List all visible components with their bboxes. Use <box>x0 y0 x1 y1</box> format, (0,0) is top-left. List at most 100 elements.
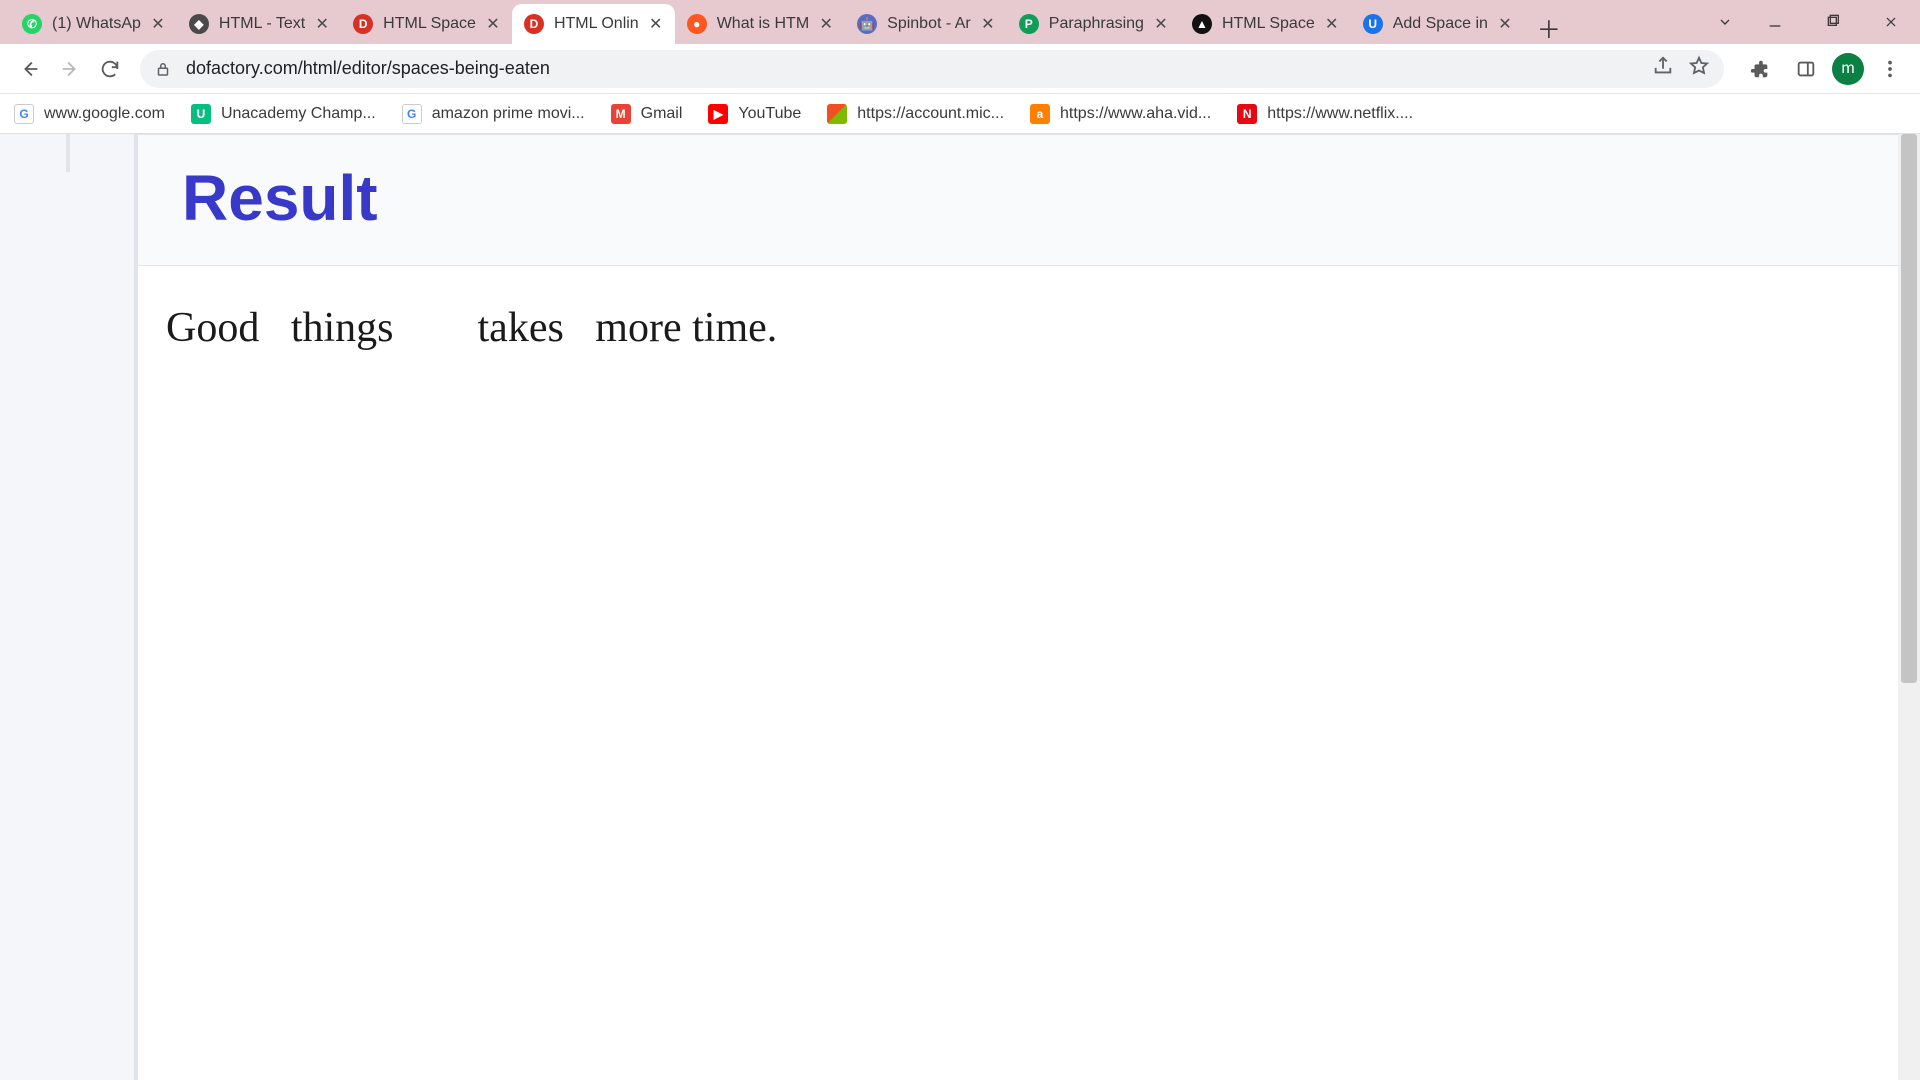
address-bar[interactable] <box>140 50 1724 88</box>
netflix-icon: N <box>1237 104 1257 124</box>
reload-icon <box>99 58 121 80</box>
bookmark-gmail[interactable]: M Gmail <box>611 104 683 124</box>
tab-label: Add Space in <box>1393 15 1488 33</box>
tab-html-online[interactable]: D HTML Onlin ✕ <box>512 4 675 44</box>
tab-paraphrasing[interactable]: P Paraphrasing ✕ <box>1007 4 1180 44</box>
tab-label: Spinbot - Ar <box>887 15 971 33</box>
bookmark-label: Unacademy Champ... <box>221 105 376 123</box>
tab-html-space-2[interactable]: ▲ HTML Space ✕ <box>1180 4 1351 44</box>
url-input[interactable] <box>186 58 1652 79</box>
reload-button[interactable] <box>90 49 130 89</box>
sidepanel-icon <box>1795 58 1817 80</box>
gmail-icon: M <box>611 104 631 124</box>
chevron-down-icon <box>1717 14 1733 30</box>
bookmark-button[interactable] <box>1688 55 1710 82</box>
profile-avatar[interactable]: m <box>1832 53 1864 85</box>
maximize-button[interactable] <box>1804 4 1862 40</box>
robot-icon: 🤖 <box>857 14 877 34</box>
bookmark-label: Gmail <box>641 105 683 123</box>
star-icon <box>1688 55 1710 77</box>
bookmark-microsoft[interactable]: https://account.mic... <box>827 104 1004 124</box>
tab-label: HTML Space <box>383 15 476 33</box>
share-icon <box>1652 55 1674 77</box>
sidepanel-button[interactable] <box>1786 49 1826 89</box>
close-icon[interactable]: ✕ <box>647 15 665 33</box>
window-controls <box>1704 0 1920 44</box>
tab-spinbot[interactable]: 🤖 Spinbot - Ar ✕ <box>845 4 1007 44</box>
chrome-menu-button[interactable] <box>1870 49 1910 89</box>
close-icon[interactable]: ✕ <box>1496 15 1514 33</box>
close-icon[interactable]: ✕ <box>313 15 331 33</box>
share-button[interactable] <box>1652 55 1674 82</box>
bookmark-label: https://account.mic... <box>857 105 1004 123</box>
unacademy-icon: U <box>191 104 211 124</box>
arrow-left-icon <box>19 58 41 80</box>
aha-icon: a <box>1030 104 1050 124</box>
site-icon: P <box>1019 14 1039 34</box>
toolbar: m <box>0 44 1920 94</box>
result-header: Result <box>138 135 1898 266</box>
diamond-icon: ◆ <box>189 14 209 34</box>
bookmark-label: YouTube <box>738 105 801 123</box>
tab-html-text[interactable]: ◆ HTML - Text ✕ <box>177 4 341 44</box>
arrow-right-icon <box>59 58 81 80</box>
bookmark-google[interactable]: G www.google.com <box>14 104 165 124</box>
bookmark-label: https://www.aha.vid... <box>1060 105 1211 123</box>
vertical-scrollbar[interactable] <box>1898 134 1920 1080</box>
tab-add-space[interactable]: U Add Space in ✕ <box>1351 4 1524 44</box>
site-icon: ● <box>687 14 707 34</box>
avatar-initial: m <box>1841 60 1854 78</box>
omnibox-actions <box>1652 55 1710 82</box>
google-icon: G <box>14 104 34 124</box>
close-icon[interactable]: ✕ <box>979 15 997 33</box>
page-viewport: Result Good things takes more time. <box>0 134 1920 1080</box>
toolbar-right: m <box>1740 49 1910 89</box>
back-button[interactable] <box>10 49 50 89</box>
new-tab-button[interactable]: ＋ <box>1532 10 1566 44</box>
tab-search-button[interactable] <box>1704 4 1746 40</box>
result-panel: Result Good things takes more time. <box>138 134 1898 1080</box>
google-icon: G <box>402 104 422 124</box>
dofactory-icon: D <box>353 14 373 34</box>
puzzle-icon <box>1749 58 1771 80</box>
site-icon: ▲ <box>1192 14 1212 34</box>
close-icon[interactable]: ✕ <box>149 15 167 33</box>
forward-button[interactable] <box>50 49 90 89</box>
result-heading: Result <box>182 161 1854 235</box>
whatsapp-icon: ✆ <box>22 14 42 34</box>
tab-html-space-1[interactable]: D HTML Space ✕ <box>341 4 512 44</box>
tab-label: HTML - Text <box>219 15 305 33</box>
scroll-thumb[interactable] <box>1901 134 1917 683</box>
tab-whatsapp[interactable]: ✆ (1) WhatsAp ✕ <box>10 4 177 44</box>
close-icon[interactable]: ✕ <box>1152 15 1170 33</box>
bookmark-aha[interactable]: a https://www.aha.vid... <box>1030 104 1211 124</box>
close-icon[interactable]: ✕ <box>817 15 835 33</box>
bookmark-netflix[interactable]: N https://www.netflix.... <box>1237 104 1413 124</box>
close-icon[interactable]: ✕ <box>484 15 502 33</box>
close-icon <box>1884 15 1898 29</box>
minimize-button[interactable] <box>1746 4 1804 40</box>
tab-what-is-html[interactable]: ● What is HTM ✕ <box>675 4 845 44</box>
microsoft-icon <box>827 104 847 124</box>
bookmark-amazon-prime[interactable]: G amazon prime movi... <box>402 104 585 124</box>
bookmark-label: www.google.com <box>44 105 165 123</box>
extensions-button[interactable] <box>1740 49 1780 89</box>
kebab-icon <box>1879 58 1901 80</box>
tab-label: What is HTM <box>717 15 809 33</box>
tab-label: Paraphrasing <box>1049 15 1144 33</box>
splitter-left[interactable] <box>66 134 70 172</box>
tab-label: (1) WhatsAp <box>52 15 141 33</box>
youtube-icon: ▶ <box>708 104 728 124</box>
bookmark-unacademy[interactable]: U Unacademy Champ... <box>191 104 376 124</box>
tab-label: HTML Space <box>1222 15 1315 33</box>
bookmark-label: https://www.netflix.... <box>1267 105 1413 123</box>
tab-label: HTML Onlin <box>554 15 639 33</box>
close-window-button[interactable] <box>1862 4 1920 40</box>
tab-strip: ✆ (1) WhatsAp ✕ ◆ HTML - Text ✕ D HTML S… <box>0 0 1920 44</box>
result-output: Good things takes more time. <box>138 266 1898 390</box>
dofactory-icon: D <box>524 14 544 34</box>
close-icon[interactable]: ✕ <box>1323 15 1341 33</box>
site-icon: U <box>1363 14 1383 34</box>
bookmarks-bar: G www.google.com U Unacademy Champ... G … <box>0 94 1920 134</box>
bookmark-youtube[interactable]: ▶ YouTube <box>708 104 801 124</box>
